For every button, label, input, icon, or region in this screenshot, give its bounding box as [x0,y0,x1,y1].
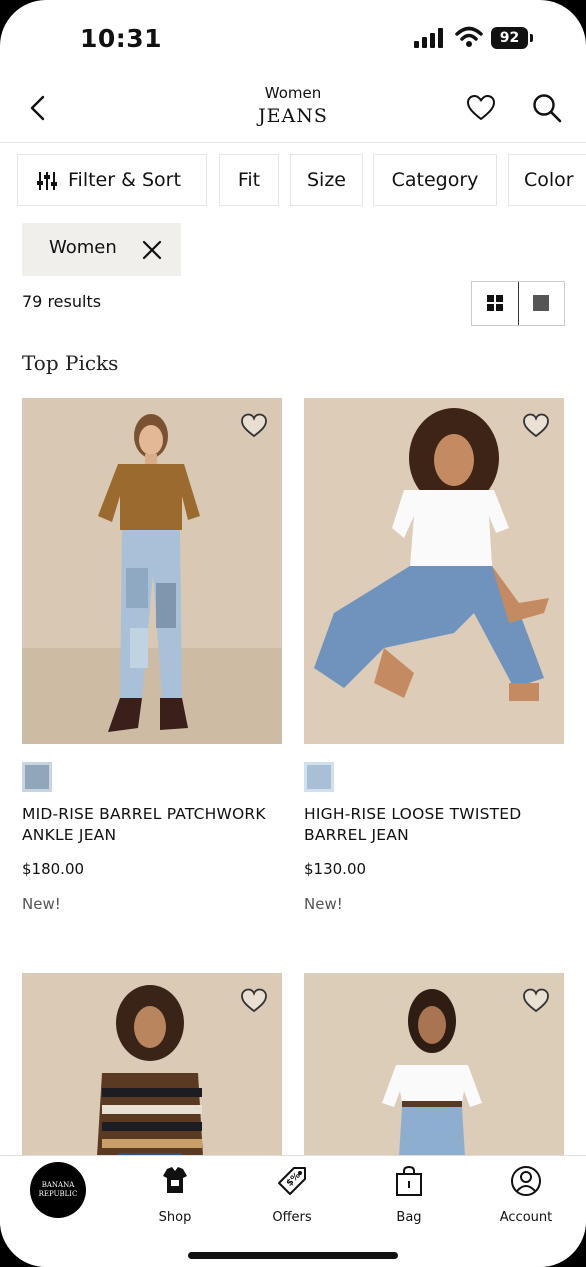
product-card[interactable]: MID-RISE BARREL PATCHWORK ANKLE JEAN $18… [22,398,282,918]
tab-shop-label: Shop [158,1210,192,1225]
product-name[interactable]: MID-RISE BARREL PATCHWORK ANKLE JEAN [22,804,282,846]
tab-account-label: Account [499,1210,553,1225]
top-navigation: Women JEANS [0,78,586,143]
size-filter-chip[interactable]: Size [290,154,363,206]
active-filter-label: Women [49,237,117,258]
color-filter-chip[interactable]: Color [508,154,586,206]
category-label: Category [391,169,479,191]
status-time: 10:31 [80,24,163,53]
app-screen: 10:31 92 Women JEANS Filter & Sort Fit S… [0,0,586,1267]
view-toggle [471,281,565,326]
product-badge: New! [22,895,61,913]
tab-bag[interactable]: Bag [369,1164,449,1225]
bottom-tab-bar: BANANA REPUBLIC Shop $% Offers Bag Accou… [0,1155,586,1267]
product-image[interactable] [22,398,282,744]
filter-sort-label: Filter & Sort [68,169,181,191]
color-swatch[interactable] [304,762,334,792]
fit-label: Fit [237,169,261,191]
product-card[interactable]: HIGH-RISE LOOSE TWISTED BARREL JEAN $130… [304,398,564,918]
add-to-favorites-heart-icon[interactable] [522,412,550,438]
single-view-button[interactable] [518,282,564,325]
tab-account[interactable]: Account [486,1164,566,1225]
tab-offers[interactable]: $% Offers [252,1164,332,1225]
grid-view-button[interactable] [472,282,519,325]
product-badge: New! [304,895,343,913]
results-count: 79 results [22,292,102,311]
add-to-favorites-heart-icon[interactable] [240,412,268,438]
product-name[interactable]: HIGH-RISE LOOSE TWISTED BARREL JEAN [304,804,564,846]
product-price: $180.00 [22,860,85,878]
sliders-icon [37,172,57,190]
back-arrow-icon[interactable] [22,92,54,124]
favorites-heart-icon[interactable] [465,92,497,124]
home-indicator[interactable] [188,1252,398,1259]
product-card[interactable] [22,973,282,1173]
section-title: Top Picks [22,351,119,375]
page-subtitle: Women [264,84,322,102]
price-tag-icon: $% [278,1167,306,1195]
color-label: Color [524,169,574,191]
page-title: JEANS [258,105,328,127]
grid-view-icon [487,295,503,311]
battery-level: 92 [491,27,528,49]
single-view-icon [533,295,549,311]
product-card[interactable] [304,973,564,1173]
filter-sort-button[interactable]: Filter & Sort [17,154,207,206]
category-filter-chip[interactable]: Category [373,154,497,206]
add-to-favorites-heart-icon[interactable] [240,987,268,1013]
account-user-icon [511,1166,541,1196]
shopping-bag-icon [396,1165,422,1196]
fit-filter-chip[interactable]: Fit [219,154,279,206]
active-filter-tag: Women [22,223,181,276]
shirt-icon [163,1167,187,1193]
add-to-favorites-heart-icon[interactable] [522,987,550,1013]
tab-shop[interactable]: Shop [135,1164,215,1225]
page-title-block: Women JEANS [193,84,393,127]
brand-logo-home-tab[interactable]: BANANA REPUBLIC [30,1162,86,1218]
wifi-icon [455,26,483,47]
remove-filter-close-icon[interactable] [141,239,163,261]
tab-offers-label: Offers [272,1210,312,1225]
search-icon[interactable] [531,92,563,124]
battery-indicator: 92 [491,27,535,49]
color-swatch[interactable] [22,762,52,792]
product-image[interactable] [304,398,564,744]
status-bar: 10:31 92 [0,0,586,78]
size-label: Size [306,169,346,191]
tab-bag-label: Bag [396,1210,422,1225]
product-price: $130.00 [304,860,367,878]
cellular-signal-icon [414,28,443,48]
